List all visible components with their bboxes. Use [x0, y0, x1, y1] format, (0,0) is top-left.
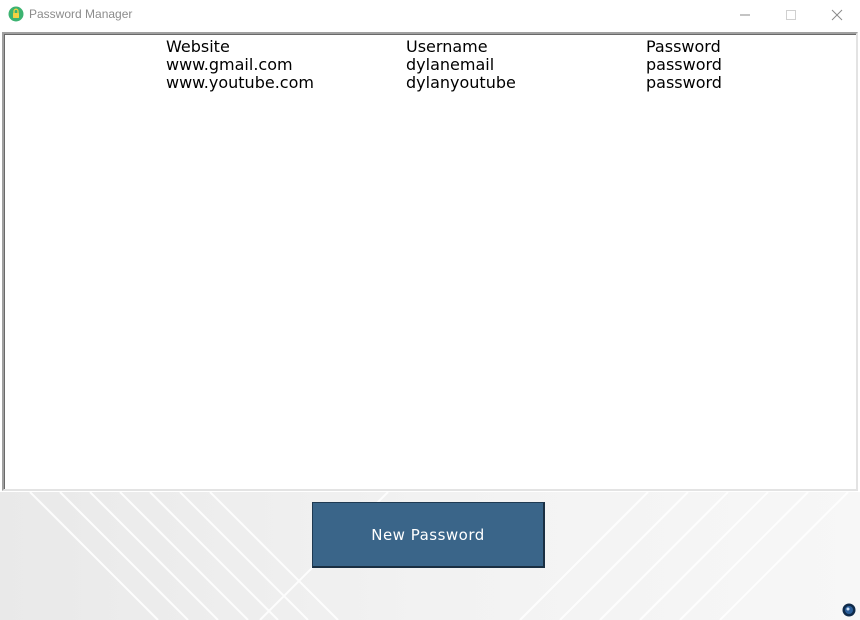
table-cell: password — [646, 73, 722, 92]
column-header: Password — [646, 37, 721, 56]
password-list-panel[interactable]: Website www.gmail.com www.youtube.com Us… — [2, 32, 858, 491]
minimize-button[interactable] — [722, 0, 768, 30]
close-icon — [831, 9, 843, 21]
minimize-icon — [740, 14, 750, 16]
table-cell: www.youtube.com — [166, 73, 314, 92]
new-password-button[interactable]: New Password — [312, 502, 545, 568]
table-cell: dylanyoutube — [406, 73, 516, 92]
close-button[interactable] — [814, 0, 860, 30]
status-dot-icon — [842, 603, 856, 617]
title-bar: Password Manager — [0, 0, 860, 31]
maximize-icon — [786, 10, 796, 20]
column-header: Username — [406, 37, 488, 56]
username-column: Username dylanemail dylanyoutube — [406, 38, 516, 92]
password-column: Password password password — [646, 38, 722, 92]
lock-icon — [8, 6, 24, 22]
maximize-button[interactable] — [768, 0, 814, 30]
window-title: Password Manager — [29, 7, 133, 21]
table-cell: password — [646, 55, 722, 74]
column-header: Website — [166, 37, 230, 56]
table-cell: dylanemail — [406, 55, 495, 74]
table-cell: www.gmail.com — [166, 55, 293, 74]
website-column: Website www.gmail.com www.youtube.com — [166, 38, 314, 92]
